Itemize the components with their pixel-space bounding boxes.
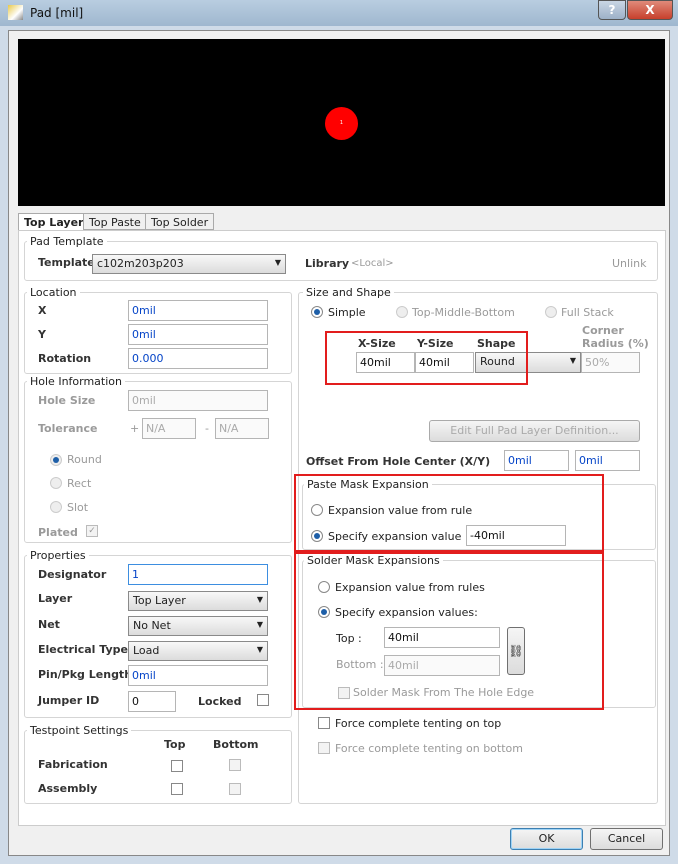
testpoint-top-label: Top	[164, 738, 186, 751]
offset-y-input[interactable]: 0mil	[575, 450, 640, 471]
locked-label: Locked	[198, 695, 242, 708]
window-title: Pad [mil]	[30, 6, 84, 20]
layer-label: Layer	[38, 592, 73, 605]
corner-radius-input[interactable]: 50%	[581, 352, 640, 373]
properties-heading: Properties	[27, 549, 89, 562]
chevron-down-icon: ▼	[256, 645, 263, 654]
net-label: Net	[38, 618, 60, 631]
hole-size-input[interactable]: 0mil	[128, 390, 268, 411]
top-middle-bottom-radio[interactable]	[396, 306, 408, 318]
slot-radio[interactable]	[50, 501, 62, 513]
highlight-box	[294, 552, 604, 710]
round-label: Round	[67, 453, 102, 466]
jumper-id-label: Jumper ID	[38, 694, 100, 707]
rect-radio[interactable]	[50, 477, 62, 489]
library-value: <Local>	[351, 258, 394, 269]
tent-top-checkbox[interactable]	[318, 717, 330, 729]
tab-top-solder[interactable]: Top Solder	[145, 213, 215, 230]
electrical-type-value: Load	[133, 644, 160, 657]
y-label: Y	[38, 328, 46, 341]
template-label: Template	[38, 256, 95, 269]
pad-preview: 1	[18, 39, 665, 206]
radius-label: Radius (%)	[582, 337, 649, 350]
rect-label: Rect	[67, 477, 92, 490]
testpoint-bottom-label: Bottom	[213, 738, 259, 751]
y-input[interactable]: 0mil	[128, 324, 268, 345]
round-radio[interactable]	[50, 454, 62, 466]
assembly-label: Assembly	[38, 782, 98, 795]
library-label: Library	[305, 257, 350, 270]
close-button[interactable]: X	[627, 0, 673, 20]
chevron-down-icon: ▼	[569, 356, 576, 365]
rotation-label: Rotation	[38, 352, 92, 365]
offset-label: Offset From Hole Center (X/Y)	[306, 455, 491, 468]
ok-button[interactable]: OK	[510, 828, 583, 850]
unlink-link[interactable]: Unlink	[612, 257, 646, 270]
tent-bottom-checkbox[interactable]	[318, 742, 330, 754]
electrical-type-select[interactable]: Load ▼	[128, 641, 268, 661]
locked-checkbox[interactable]	[257, 694, 269, 706]
net-value: No Net	[133, 619, 171, 632]
title-bar: Pad [mil] ? X	[0, 0, 678, 26]
slot-label: Slot	[67, 501, 89, 514]
minus-sign: -	[205, 422, 209, 435]
help-button[interactable]: ?	[598, 0, 626, 20]
highlight-box	[325, 331, 528, 385]
hole-size-label: Hole Size	[38, 394, 96, 407]
testpoint-heading: Testpoint Settings	[27, 724, 132, 737]
chevron-down-icon: ▼	[274, 258, 281, 267]
simple-label: Simple	[328, 306, 366, 319]
tmb-label: Top-Middle-Bottom	[412, 306, 515, 319]
tab-top-layer[interactable]: Top Layer	[18, 213, 90, 230]
tent-bottom-label: Force complete tenting on bottom	[335, 742, 523, 755]
plated-checkbox[interactable]: ✓	[86, 525, 98, 537]
pad-shape: 1	[325, 107, 358, 140]
size-shape-heading: Size and Shape	[303, 286, 394, 299]
tab-top-paste[interactable]: Top Paste	[83, 213, 147, 230]
rotation-input[interactable]: 0.000	[128, 348, 268, 369]
location-heading: Location	[27, 286, 80, 299]
assembly-bottom-checkbox[interactable]	[229, 783, 241, 795]
edit-full-pad-layer-button[interactable]: Edit Full Pad Layer Definition...	[429, 420, 640, 442]
designator-label: Designator	[38, 568, 107, 581]
template-select[interactable]: c102m203p203 ▼	[92, 254, 286, 274]
layer-value: Top Layer	[133, 594, 186, 607]
full-stack-label: Full Stack	[561, 306, 614, 319]
jumper-id-spinner[interactable]: 0	[128, 691, 176, 712]
hole-heading: Hole Information	[27, 375, 125, 388]
chevron-down-icon: ▼	[256, 595, 263, 604]
offset-x-input[interactable]: 0mil	[504, 450, 569, 471]
x-label: X	[38, 304, 47, 317]
plus-sign: +	[130, 422, 140, 435]
designator-input[interactable]: 1	[128, 564, 268, 585]
electrical-type-label: Electrical Type	[38, 643, 128, 656]
pin-length-input[interactable]: 0mil	[128, 665, 268, 686]
fabrication-bottom-checkbox[interactable]	[229, 759, 241, 771]
tolerance-plus-input[interactable]: N/A	[142, 418, 196, 439]
assembly-top-checkbox[interactable]	[171, 783, 183, 795]
tolerance-label: Tolerance	[38, 422, 98, 435]
corner-label: Corner	[582, 324, 624, 337]
layer-select[interactable]: Top Layer ▼	[128, 591, 268, 611]
chevron-down-icon: ▼	[256, 620, 263, 629]
template-value: c102m203p203	[97, 257, 184, 270]
fabrication-label: Fabrication	[38, 758, 108, 771]
fabrication-top-checkbox[interactable]	[171, 760, 183, 772]
pin-length-label: Pin/Pkg Length	[38, 668, 133, 681]
simple-radio[interactable]	[311, 306, 323, 318]
pad-template-heading: Pad Template	[27, 235, 107, 248]
net-select[interactable]: No Net ▼	[128, 616, 268, 636]
app-icon	[8, 5, 23, 20]
cancel-button[interactable]: Cancel	[590, 828, 663, 850]
tent-top-label: Force complete tenting on top	[335, 717, 502, 730]
full-stack-radio[interactable]	[545, 306, 557, 318]
x-input[interactable]: 0mil	[128, 300, 268, 321]
plated-label: Plated	[38, 526, 78, 539]
highlight-box	[294, 474, 604, 552]
tolerance-minus-input[interactable]: N/A	[215, 418, 269, 439]
